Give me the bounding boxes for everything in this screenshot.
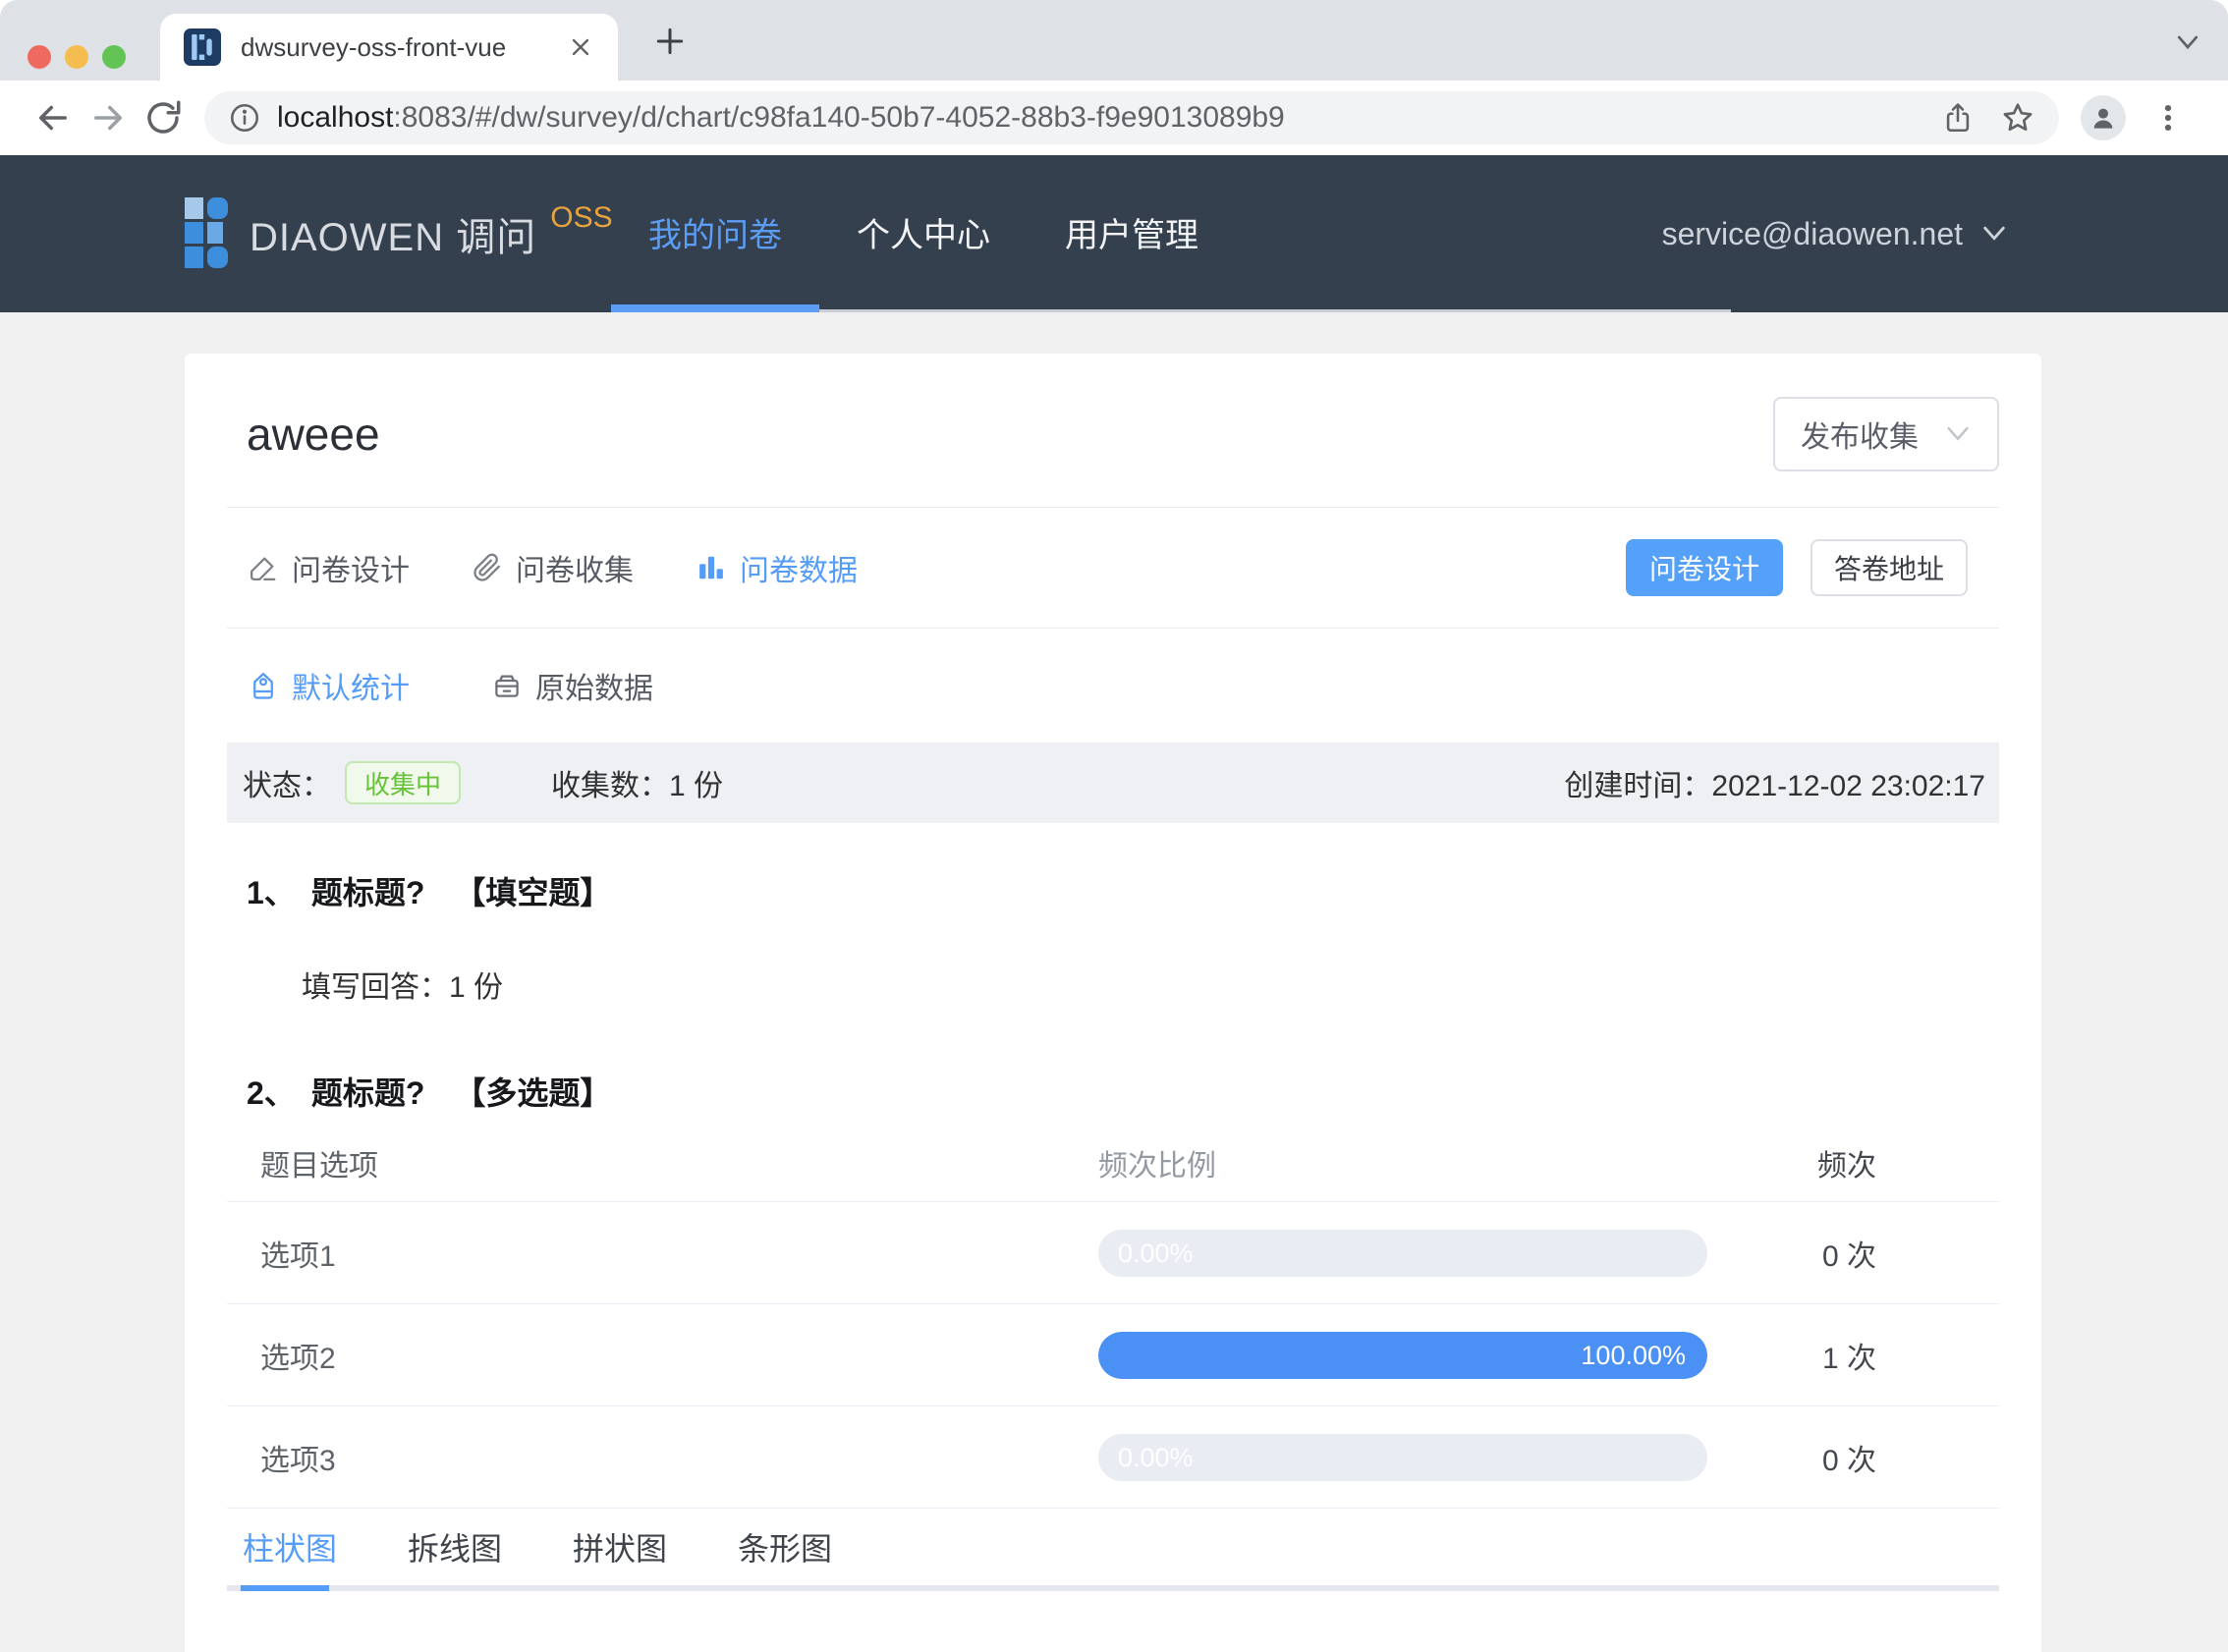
bookmark-star-icon[interactable] (2000, 100, 2035, 136)
option-label: 选项1 (260, 1239, 336, 1273)
option-label: 选项2 (260, 1342, 336, 1375)
favicon-icon (184, 28, 221, 66)
publish-select[interactable]: 发布收集 (1773, 397, 1999, 471)
question-2-heading: 2、 题标题? 【多选题】 (247, 1069, 1999, 1114)
stats-subtabs-row: 默认统计 原始数据 (227, 629, 1999, 743)
main-nav: 我的问卷 个人中心 用户管理 (611, 155, 1731, 312)
nav-item-user-management[interactable]: 用户管理 (1028, 155, 1236, 309)
title-row: aweee 发布收集 (227, 354, 1999, 507)
chevron-down-icon (1980, 224, 2008, 244)
url-bar[interactable]: localhost:8083/#/dw/survey/d/chart/c98fa… (204, 91, 2059, 144)
account-menu[interactable]: service@diaowen.net (1662, 155, 2008, 312)
tag-icon (249, 671, 278, 700)
freq-count: 1 次 (1821, 1342, 1876, 1375)
question-type: 【填空题】 (454, 875, 612, 910)
status-badge: 收集中 (345, 761, 462, 804)
browser-menu-dots-icon[interactable] (2151, 101, 2185, 135)
chevron-down-icon (1944, 424, 1972, 444)
freq-count: 0 次 (1821, 1239, 1876, 1273)
tab-close-icon[interactable] (567, 33, 594, 61)
options-table: 题目选项 频次比例 频次 选项1 0.00% 0 次 选项2 100.00% 1… (227, 1124, 1999, 1509)
answer-url-button[interactable]: 答卷地址 (1810, 539, 1968, 596)
ratio-percent: 100.00% (1581, 1340, 1686, 1370)
chart-tab-line[interactable]: 拆线图 (408, 1524, 502, 1569)
chart-tab-pie[interactable]: 拼状图 (573, 1524, 667, 1569)
table-header-row: 题目选项 频次比例 频次 (227, 1124, 1999, 1202)
browser-tab[interactable]: dwsurvey-oss-front-vue (160, 14, 618, 81)
ratio-bar-fill: 100.00% (1098, 1331, 1707, 1379)
diaowen-logo-icon (185, 197, 228, 270)
collect-count: 收集数：1 份 (551, 770, 724, 802)
chart-type-tabs: 柱状图 拆线图 拼状图 条形图 (227, 1509, 1999, 1585)
question-number: 2、 (247, 1075, 296, 1111)
chart-tab-hbar[interactable]: 条形图 (738, 1524, 832, 1569)
archive-box-icon (492, 671, 522, 700)
ratio-percent: 0.00% (1118, 1442, 1194, 1472)
ratio-bar: 0.00% (1098, 1433, 1707, 1481)
nav-item-profile[interactable]: 个人中心 (819, 155, 1028, 309)
back-button[interactable] (26, 90, 81, 145)
site-info-icon[interactable] (228, 101, 261, 135)
ratio-bar: 100.00% (1098, 1331, 1707, 1379)
chart-tabs-active-indicator (241, 1585, 329, 1591)
survey-tabs-row: 问卷设计 问卷收集 问卷数据 问卷设计 答卷地址 (227, 508, 1999, 628)
table-row: 选项3 0.00% 0 次 (227, 1406, 1999, 1509)
col-header-ratio: 频次比例 (1098, 1149, 1216, 1183)
share-icon[interactable] (1941, 101, 1975, 135)
window-minimize-button[interactable] (65, 45, 88, 69)
ratio-percent: 0.00% (1118, 1238, 1194, 1268)
paperclip-icon (473, 553, 502, 582)
status-label: 状态： (243, 770, 331, 802)
survey-card: aweee 发布收集 问卷设计 问卷收集 问卷数据 问卷设计 答卷地址 默认统计… (185, 354, 2041, 1652)
question-title: 题标题? (310, 1075, 425, 1111)
publish-select-label: 发布收集 (1801, 421, 1919, 454)
brand-name: DIAOWEN 调问 (250, 216, 537, 259)
ratio-bar: 0.00% (1098, 1229, 1707, 1277)
survey-design-button[interactable]: 问卷设计 (1626, 539, 1783, 596)
question-1-answer-link[interactable]: 填写回答：1 份 (302, 963, 1999, 1006)
question-type: 【多选题】 (454, 1075, 612, 1111)
created-time: 创建时间：2021-12-02 23:02:17 (1564, 770, 1985, 802)
window-zoom-button[interactable] (102, 45, 126, 69)
window-close-button[interactable] (28, 45, 51, 69)
browser-toolbar: localhost:8083/#/dw/survey/d/chart/c98fa… (0, 81, 2228, 155)
forward-button[interactable] (81, 90, 136, 145)
tab-survey-collect[interactable]: 问卷收集 (473, 546, 634, 589)
brand-badge: OSS (550, 201, 613, 234)
chart-tabs-track (227, 1585, 1999, 1591)
table-row: 选项1 0.00% 0 次 (227, 1202, 1999, 1304)
survey-title: aweee (247, 409, 380, 460)
table-row: 选项2 100.00% 1 次 (227, 1304, 1999, 1406)
tab-title: dwsurvey-oss-front-vue (241, 31, 507, 62)
browser-profile-avatar[interactable] (2081, 95, 2126, 140)
browser-tab-strip: dwsurvey-oss-front-vue (0, 0, 2228, 81)
tab-actions: 问卷设计 答卷地址 (1626, 539, 1968, 596)
browser-window: dwsurvey-oss-front-vue localhost:8083/#/… (0, 0, 2228, 1652)
account-email: service@diaowen.net (1661, 215, 1963, 251)
url-text[interactable]: localhost:8083/#/dw/survey/d/chart/c98fa… (277, 101, 1916, 135)
app-header: DIAOWEN 调问 OSS 我的问卷 个人中心 用户管理 service@di… (0, 155, 2228, 312)
col-header-option: 题目选项 (260, 1149, 378, 1183)
bar-chart-icon (696, 553, 726, 582)
col-header-freq: 频次 (1817, 1149, 1876, 1183)
option-label: 选项3 (260, 1444, 336, 1477)
freq-count: 0 次 (1821, 1444, 1876, 1477)
brand[interactable]: DIAOWEN 调问 OSS (185, 155, 613, 312)
new-tab-button[interactable] (650, 22, 690, 61)
tab-survey-design[interactable]: 问卷设计 (249, 546, 410, 589)
question-number: 1、 (247, 875, 296, 910)
chart-tab-column[interactable]: 柱状图 (243, 1524, 337, 1569)
subtab-raw-data[interactable]: 原始数据 (492, 664, 653, 707)
traffic-lights (28, 45, 126, 69)
nav-item-my-surveys[interactable]: 我的问卷 (611, 155, 819, 312)
question-title: 题标题? (310, 875, 425, 910)
pencil-icon (249, 553, 278, 582)
reload-button[interactable] (136, 90, 191, 145)
status-band: 状态： 收集中 收集数：1 份 创建时间：2021-12-02 23:02:17 (227, 743, 1999, 823)
page-background: aweee 发布收集 问卷设计 问卷收集 问卷数据 问卷设计 答卷地址 默认统计… (0, 312, 2228, 1652)
question-1-heading: 1、 题标题? 【填空题】 (247, 868, 1999, 913)
tab-survey-data[interactable]: 问卷数据 (696, 546, 858, 589)
tab-search-chevron-icon[interactable] (2173, 31, 2202, 53)
subtab-default-stats[interactable]: 默认统计 (249, 664, 410, 707)
